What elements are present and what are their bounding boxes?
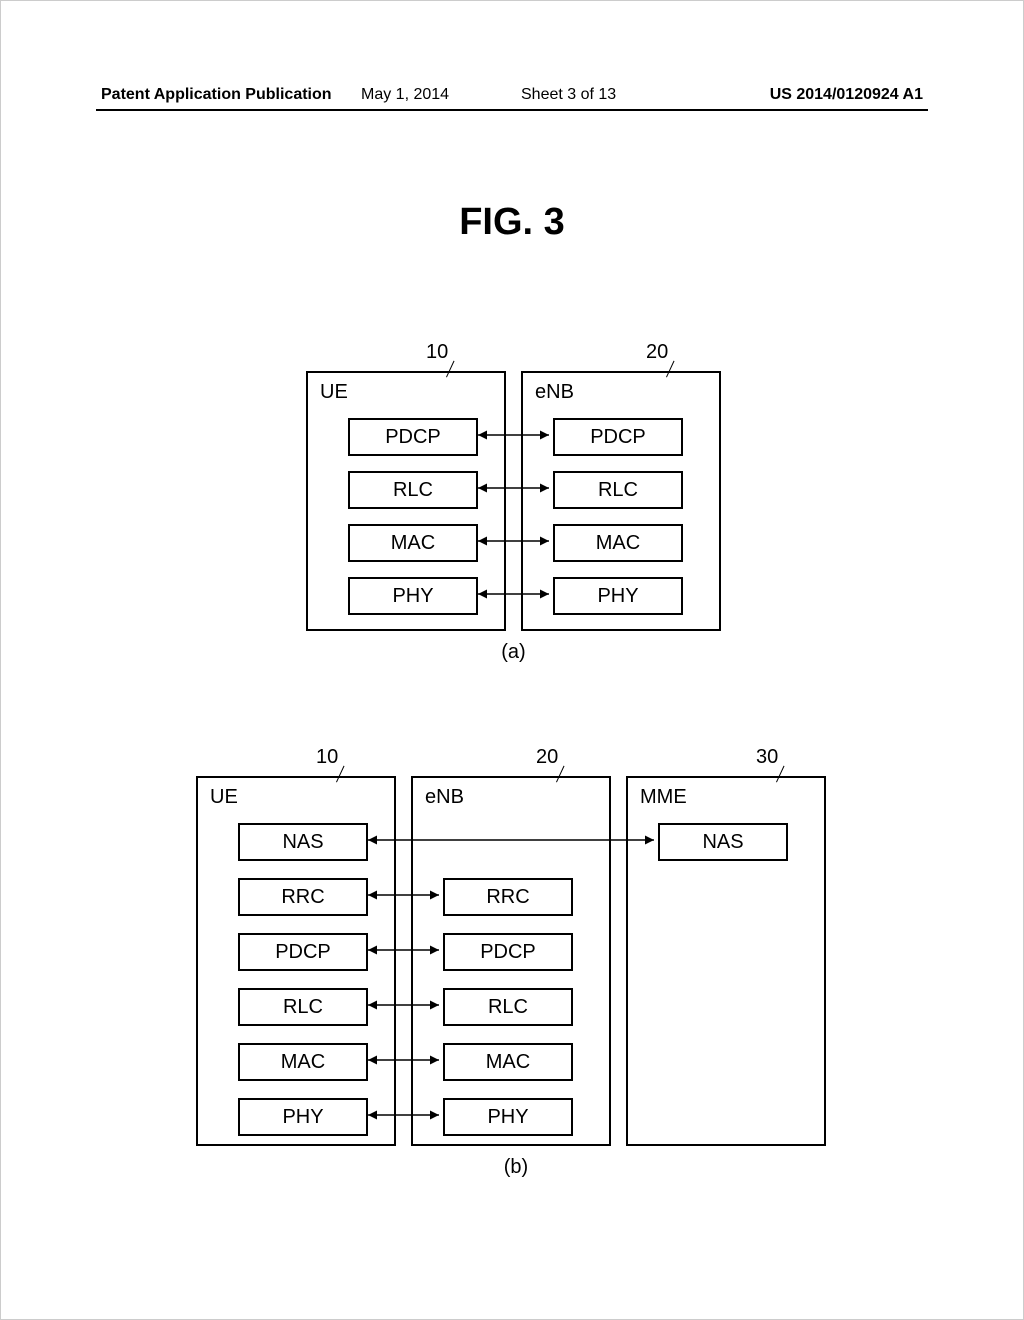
layer-pdcp: PDCP <box>348 418 478 456</box>
pub-label: Patent Application Publication <box>101 86 332 103</box>
layer-rlc: RLC <box>553 471 683 509</box>
layer-phy: PHY <box>238 1098 368 1136</box>
diagram-b: 10 20 30 UE NAS RRC PDCP RLC MAC PHY eNB… <box>196 776 836 1176</box>
ref-mme-b: 30 <box>756 746 778 769</box>
ue-box-a: UE PDCP RLC MAC PHY <box>306 371 506 631</box>
layer-pdcp: PDCP <box>553 418 683 456</box>
layer-pdcp: PDCP <box>238 933 368 971</box>
figure-title: FIG. 3 <box>1 201 1023 244</box>
page: Patent Application Publication May 1, 20… <box>0 0 1024 1320</box>
pub-number: US 2014/0120924 A1 <box>770 86 923 104</box>
enb-label-a: eNB <box>535 381 574 404</box>
enb-box-a: eNB PDCP RLC MAC PHY <box>521 371 721 631</box>
header-rule <box>96 109 928 111</box>
layer-pdcp: PDCP <box>443 933 573 971</box>
mme-label-b: MME <box>640 786 687 809</box>
layer-rlc: RLC <box>348 471 478 509</box>
layer-phy: PHY <box>443 1098 573 1136</box>
layer-phy: PHY <box>553 577 683 615</box>
page-header: Patent Application Publication May 1, 20… <box>101 86 923 104</box>
sub-b: (b) <box>504 1156 528 1179</box>
layer-rlc: RLC <box>238 988 368 1026</box>
ref-enb-b: 20 <box>536 746 558 769</box>
ref-ue-a: 10 <box>426 341 448 364</box>
layer-rrc: RRC <box>238 878 368 916</box>
enb-box-b: eNB RRC PDCP RLC MAC PHY <box>411 776 611 1146</box>
ue-box-b: UE NAS RRC PDCP RLC MAC PHY <box>196 776 396 1146</box>
ue-label-a: UE <box>320 381 348 404</box>
mme-box-b: MME NAS <box>626 776 826 1146</box>
layer-rrc: RRC <box>443 878 573 916</box>
layer-mac: MAC <box>348 524 478 562</box>
ue-label-b: UE <box>210 786 238 809</box>
layer-rlc: RLC <box>443 988 573 1026</box>
enb-label-b: eNB <box>425 786 464 809</box>
layer-mac: MAC <box>553 524 683 562</box>
ref-ue-b: 10 <box>316 746 338 769</box>
pub-date: May 1, 2014 <box>361 86 449 104</box>
layer-mac: MAC <box>238 1043 368 1081</box>
layer-mac: MAC <box>443 1043 573 1081</box>
sheet-number: Sheet 3 of 13 <box>521 86 616 104</box>
ref-enb-a: 20 <box>646 341 668 364</box>
diagram-a: 10 20 UE PDCP RLC MAC PHY eNB PDCP RLC M… <box>306 371 721 661</box>
layer-nas: NAS <box>238 823 368 861</box>
layer-nas: NAS <box>658 823 788 861</box>
layer-phy: PHY <box>348 577 478 615</box>
sub-a: (a) <box>501 641 525 664</box>
